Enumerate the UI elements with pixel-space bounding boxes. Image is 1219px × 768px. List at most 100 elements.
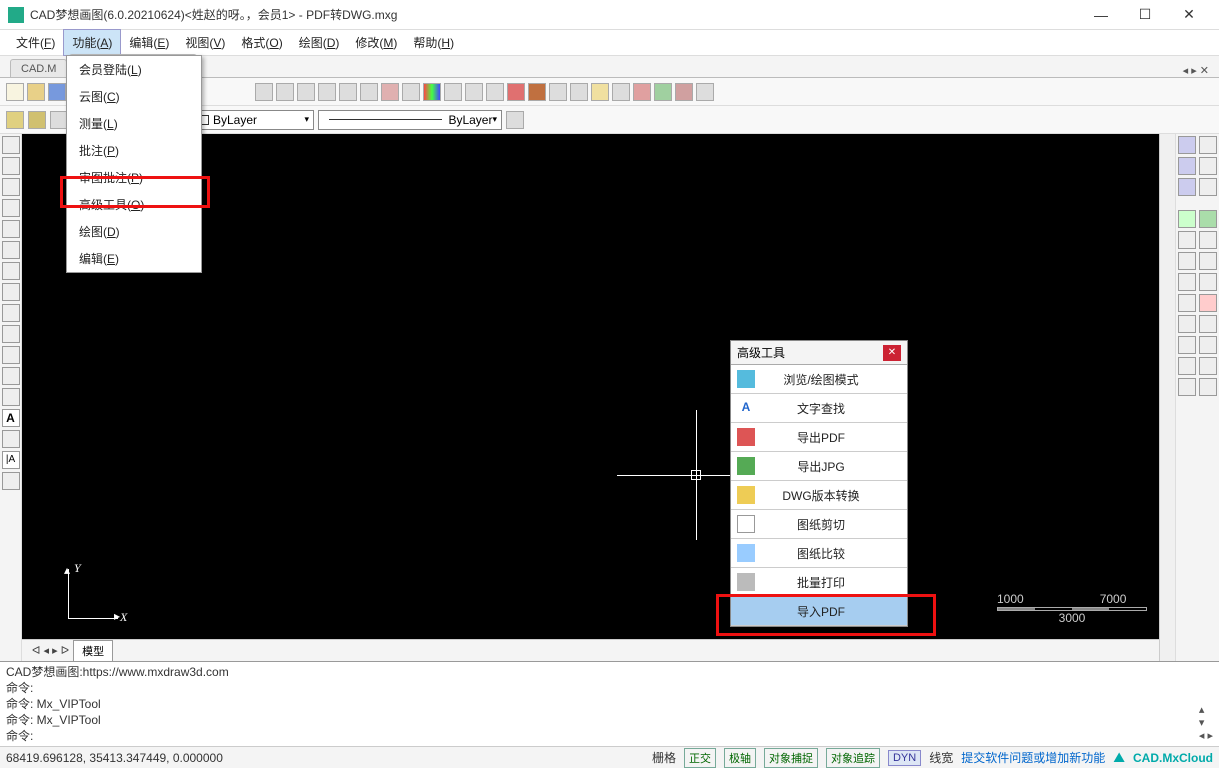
tool-icon-3[interactable] bbox=[297, 83, 315, 101]
save-icon[interactable] bbox=[48, 83, 66, 101]
tab-nav[interactable]: ◂ ▸ ✕ bbox=[1183, 64, 1209, 77]
doc-tab-1[interactable]: CAD.M bbox=[10, 59, 67, 77]
paint-icon[interactable] bbox=[506, 111, 524, 129]
panel-item-exportjpg[interactable]: 导出JPG bbox=[731, 452, 907, 481]
minimize-button[interactable]: — bbox=[1079, 1, 1123, 29]
arc-icon[interactable] bbox=[2, 241, 20, 259]
tool-icon-12[interactable] bbox=[549, 83, 567, 101]
linetype-combo[interactable]: ByLayer▾ bbox=[318, 110, 502, 130]
cmd-scroll-nav[interactable]: ▴▾◂ ▸ bbox=[1199, 703, 1213, 742]
model-tab[interactable]: 模型 bbox=[73, 640, 113, 662]
tool-icon-15[interactable] bbox=[612, 83, 630, 101]
menu-member-login[interactable]: 会员登陆(L) bbox=[67, 56, 201, 83]
panel-item-clip[interactable]: 图纸剪切 bbox=[731, 510, 907, 539]
r-icon-13[interactable] bbox=[1178, 273, 1196, 291]
tool-icon-9[interactable] bbox=[486, 83, 504, 101]
hatch-icon[interactable] bbox=[2, 388, 20, 406]
r-icon-23[interactable] bbox=[1178, 378, 1196, 396]
rectangle-icon[interactable] bbox=[2, 220, 20, 238]
panel-titlebar[interactable]: 高级工具 ✕ bbox=[731, 341, 907, 365]
panel-item-compare[interactable]: 图纸比较 bbox=[731, 539, 907, 568]
spline-icon[interactable] bbox=[2, 283, 20, 301]
status-ortho[interactable]: 正交 bbox=[684, 748, 716, 768]
r-icon-24[interactable] bbox=[1199, 378, 1217, 396]
tool-icon-14[interactable] bbox=[591, 83, 609, 101]
r-icon-3[interactable] bbox=[1178, 157, 1196, 175]
zoom-out-icon[interactable] bbox=[339, 83, 357, 101]
panel-item-importpdf[interactable]: 导入PDF bbox=[731, 597, 907, 626]
text-a-icon[interactable]: A bbox=[2, 409, 20, 427]
r-icon-9[interactable] bbox=[1178, 231, 1196, 249]
open-icon[interactable] bbox=[27, 83, 45, 101]
r-icon-20[interactable] bbox=[1199, 336, 1217, 354]
ray-icon[interactable] bbox=[2, 157, 20, 175]
r-icon-16[interactable] bbox=[1199, 294, 1217, 312]
status-dyn[interactable]: DYN bbox=[888, 750, 921, 766]
pan-icon[interactable] bbox=[360, 83, 378, 101]
block-icon[interactable] bbox=[2, 367, 20, 385]
panel-item-browse[interactable]: 浏览/绘图模式 bbox=[731, 365, 907, 394]
tool-icon-7[interactable] bbox=[444, 83, 462, 101]
ellipse-icon[interactable] bbox=[2, 304, 20, 322]
new-icon[interactable] bbox=[6, 83, 24, 101]
vertical-scrollbar[interactable] bbox=[1159, 134, 1175, 661]
r-icon-5[interactable] bbox=[1178, 178, 1196, 196]
r-icon-10[interactable] bbox=[1199, 231, 1217, 249]
tool-icon-19[interactable] bbox=[696, 83, 714, 101]
menu-review-annotate[interactable]: 审图批注(P) bbox=[67, 164, 201, 191]
r-icon-6[interactable] bbox=[1199, 178, 1217, 196]
r-icon-18[interactable] bbox=[1199, 315, 1217, 333]
tool-icon-13[interactable] bbox=[570, 83, 588, 101]
command-pane[interactable]: CAD梦想画图:https://www.mxdraw3d.com 命令: 命令:… bbox=[0, 661, 1219, 746]
r-icon-7[interactable] bbox=[1178, 210, 1196, 228]
status-lineweight[interactable]: 线宽 bbox=[929, 749, 953, 766]
tool-icon-8[interactable] bbox=[465, 83, 483, 101]
region-icon[interactable] bbox=[2, 472, 20, 490]
panel-item-exportpdf[interactable]: 导出PDF bbox=[731, 423, 907, 452]
r-icon-14[interactable] bbox=[1199, 273, 1217, 291]
point-icon[interactable] bbox=[2, 346, 20, 364]
tool-icon-17[interactable] bbox=[654, 83, 672, 101]
status-grid[interactable]: 栅格 bbox=[652, 749, 676, 766]
r-icon-8[interactable] bbox=[1199, 210, 1217, 228]
close-button[interactable]: ✕ bbox=[1167, 1, 1211, 29]
menu-edit[interactable]: 编辑(E) bbox=[121, 30, 177, 55]
r-icon-11[interactable] bbox=[1178, 252, 1196, 270]
menu-draw-sub[interactable]: 绘图(D) bbox=[67, 218, 201, 245]
status-polar[interactable]: 极轴 bbox=[724, 748, 756, 768]
r-icon-21[interactable] bbox=[1178, 357, 1196, 375]
r-icon-2[interactable] bbox=[1199, 136, 1217, 154]
menu-modify[interactable]: 修改(M) bbox=[347, 30, 405, 55]
model-tab-nav[interactable]: ᐊ ◂ ▸ ᐅ bbox=[30, 644, 71, 657]
menu-view[interactable]: 视图(V) bbox=[177, 30, 233, 55]
r-icon-19[interactable] bbox=[1178, 336, 1196, 354]
menu-format[interactable]: 格式(O) bbox=[233, 30, 290, 55]
tool-icon-4[interactable] bbox=[381, 83, 399, 101]
tool-icon-2[interactable] bbox=[276, 83, 294, 101]
tool-icon-16[interactable] bbox=[633, 83, 651, 101]
r-icon-4[interactable] bbox=[1199, 157, 1217, 175]
cloud-label[interactable]: CAD.MxCloud bbox=[1133, 751, 1213, 765]
maximize-button[interactable]: ☐ bbox=[1123, 1, 1167, 29]
menu-function[interactable]: 功能(A) bbox=[63, 29, 121, 56]
tool-icon-6[interactable] bbox=[423, 83, 441, 101]
tool-icon-1[interactable] bbox=[255, 83, 273, 101]
tool-icon-10[interactable] bbox=[507, 83, 525, 101]
menu-advanced-tools[interactable]: 高级工具(O) bbox=[67, 191, 201, 218]
mtext-icon[interactable]: |A bbox=[2, 451, 20, 469]
r-icon-15[interactable] bbox=[1178, 294, 1196, 312]
polygon-icon[interactable] bbox=[2, 199, 20, 217]
menu-annotate[interactable]: 批注(P) bbox=[67, 137, 201, 164]
status-osnap[interactable]: 对象捕捉 bbox=[764, 748, 818, 768]
line-icon[interactable] bbox=[2, 136, 20, 154]
r-icon-22[interactable] bbox=[1199, 357, 1217, 375]
r-icon-1[interactable] bbox=[1178, 136, 1196, 154]
menu-file[interactable]: 文件(F) bbox=[8, 30, 63, 55]
tool-icon-5[interactable] bbox=[402, 83, 420, 101]
ellipse-arc-icon[interactable] bbox=[2, 325, 20, 343]
r-icon-17[interactable] bbox=[1178, 315, 1196, 333]
menu-cloud[interactable]: 云图(C) bbox=[67, 83, 201, 110]
polyline-icon[interactable] bbox=[2, 178, 20, 196]
layer-icon-1[interactable] bbox=[6, 111, 24, 129]
menu-draw[interactable]: 绘图(D) bbox=[291, 30, 348, 55]
